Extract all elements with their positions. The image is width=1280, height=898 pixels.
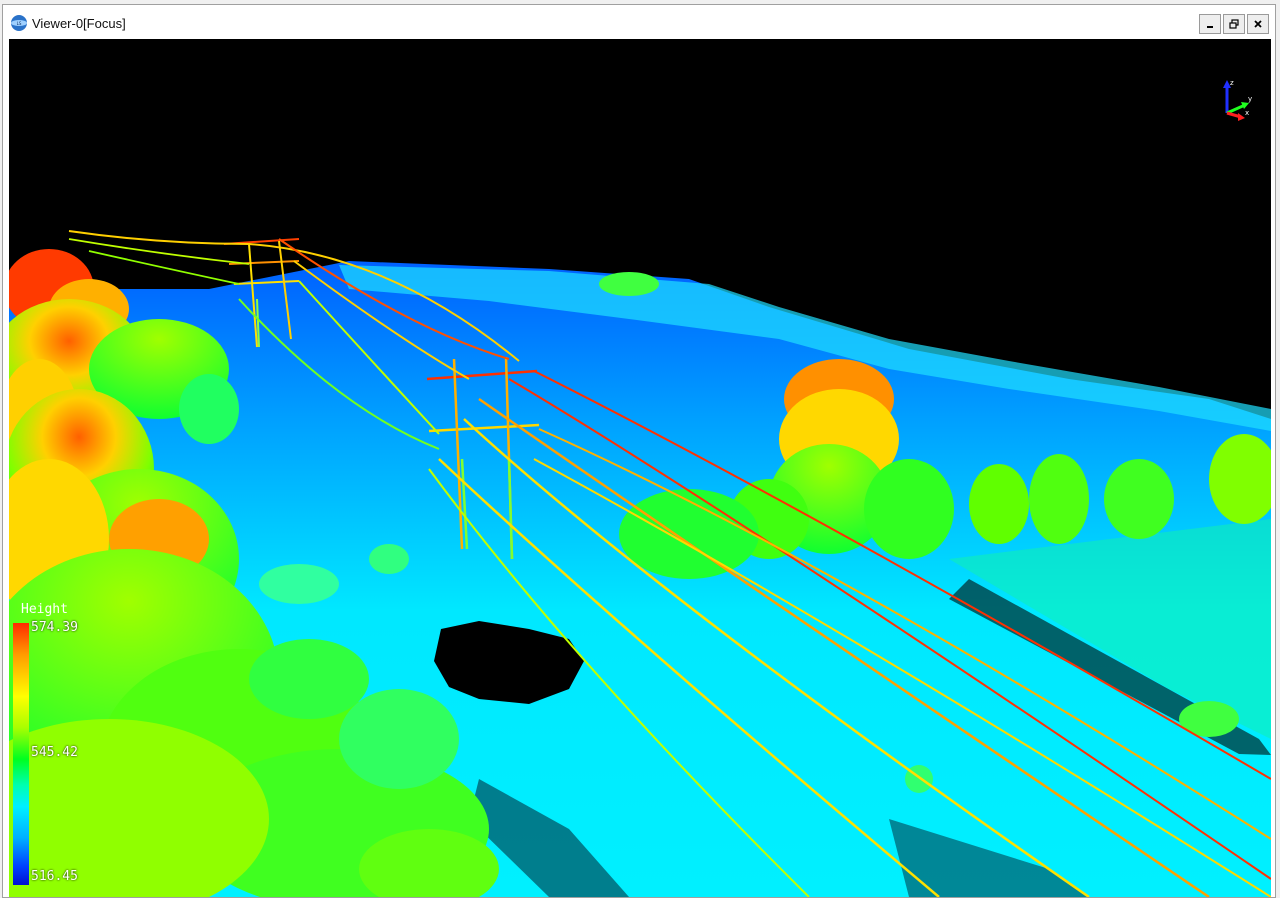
legend-min-value: 516.45 xyxy=(31,869,78,884)
point-cloud-viewport[interactable]: Height 574.39 545.42 516.45 z y x xyxy=(9,39,1271,897)
viewer-window: LS Viewer-0[Focus] Height 574.39 545.42 … xyxy=(2,4,1276,898)
minimize-icon xyxy=(1207,26,1213,28)
restore-button[interactable] xyxy=(1223,14,1245,34)
height-legend: Height 574.39 545.42 516.45 xyxy=(9,599,129,889)
app-logo-icon: LS xyxy=(11,15,27,31)
restore-icon xyxy=(1229,19,1239,29)
window-title: Viewer-0[Focus] xyxy=(32,16,126,31)
legend-mid-value: 545.42 xyxy=(31,745,78,760)
legend-title: Height xyxy=(21,602,68,617)
minimize-button[interactable] xyxy=(1199,14,1221,34)
legend-max-value: 574.39 xyxy=(31,620,78,635)
point-cloud-scene xyxy=(9,230,1271,897)
svg-text:LS: LS xyxy=(17,21,22,26)
close-button[interactable] xyxy=(1247,14,1269,34)
axis-x-label: x xyxy=(1245,109,1249,117)
close-icon xyxy=(1254,20,1262,28)
axis-y-label: y xyxy=(1248,95,1252,103)
legend-color-bar xyxy=(13,623,29,885)
axis-gizmo-icon: z y x xyxy=(1223,79,1252,121)
title-bar[interactable]: LS Viewer-0[Focus] xyxy=(3,5,1275,39)
axis-z-label: z xyxy=(1230,79,1234,87)
